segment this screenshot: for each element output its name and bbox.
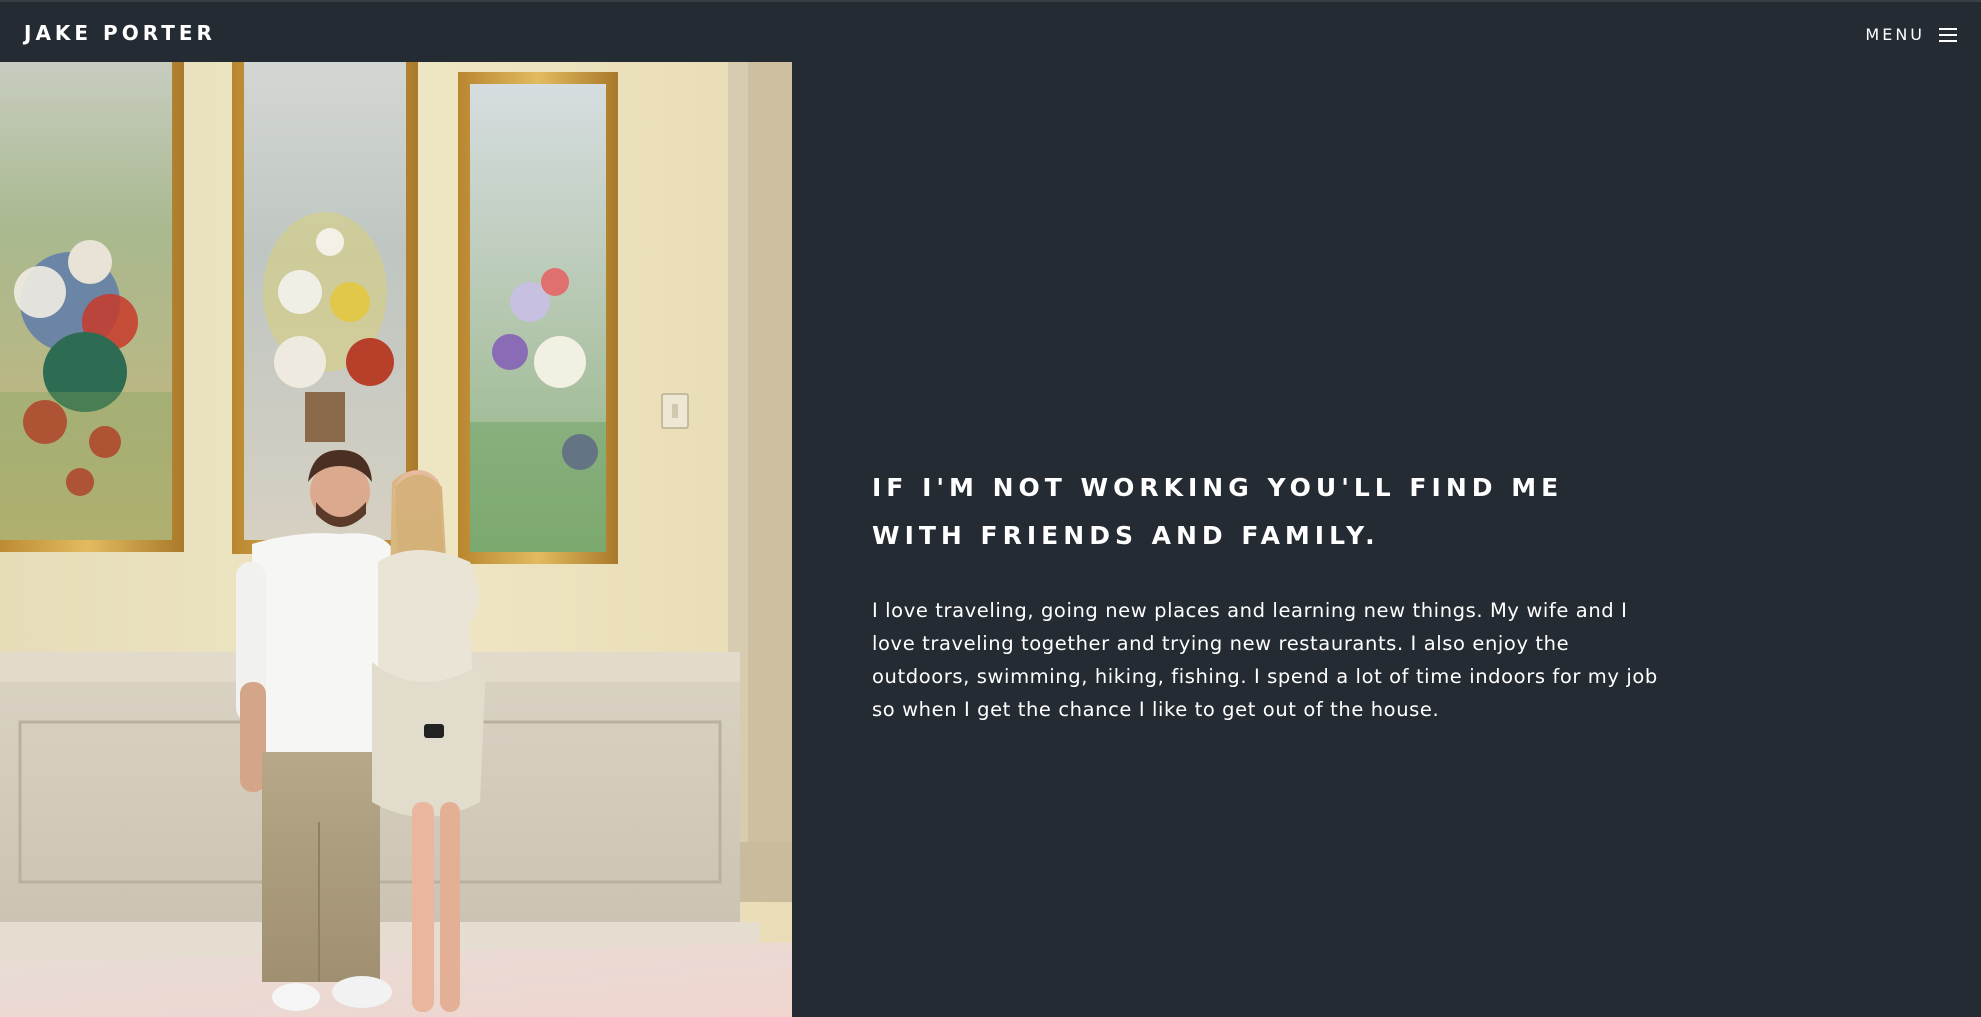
about-section: IF I'M NOT WORKING YOU'LL FIND ME WITH F… <box>872 464 1662 726</box>
hamburger-icon <box>1939 28 1957 42</box>
menu-button[interactable]: MENU <box>1865 22 1957 48</box>
about-body: I love traveling, going new places and l… <box>872 599 1658 721</box>
menu-label: MENU <box>1865 25 1925 44</box>
site-logo-link[interactable]: JAKE PORTER <box>24 20 216 46</box>
page: JAKE PORTER MENU IF I'M NOT WORKING YOU'… <box>0 0 1981 1017</box>
site-header: JAKE PORTER MENU <box>0 0 1981 62</box>
about-heading: IF I'M NOT WORKING YOU'LL FIND ME WITH F… <box>872 473 1564 550</box>
couple-photo <box>0 62 792 1017</box>
